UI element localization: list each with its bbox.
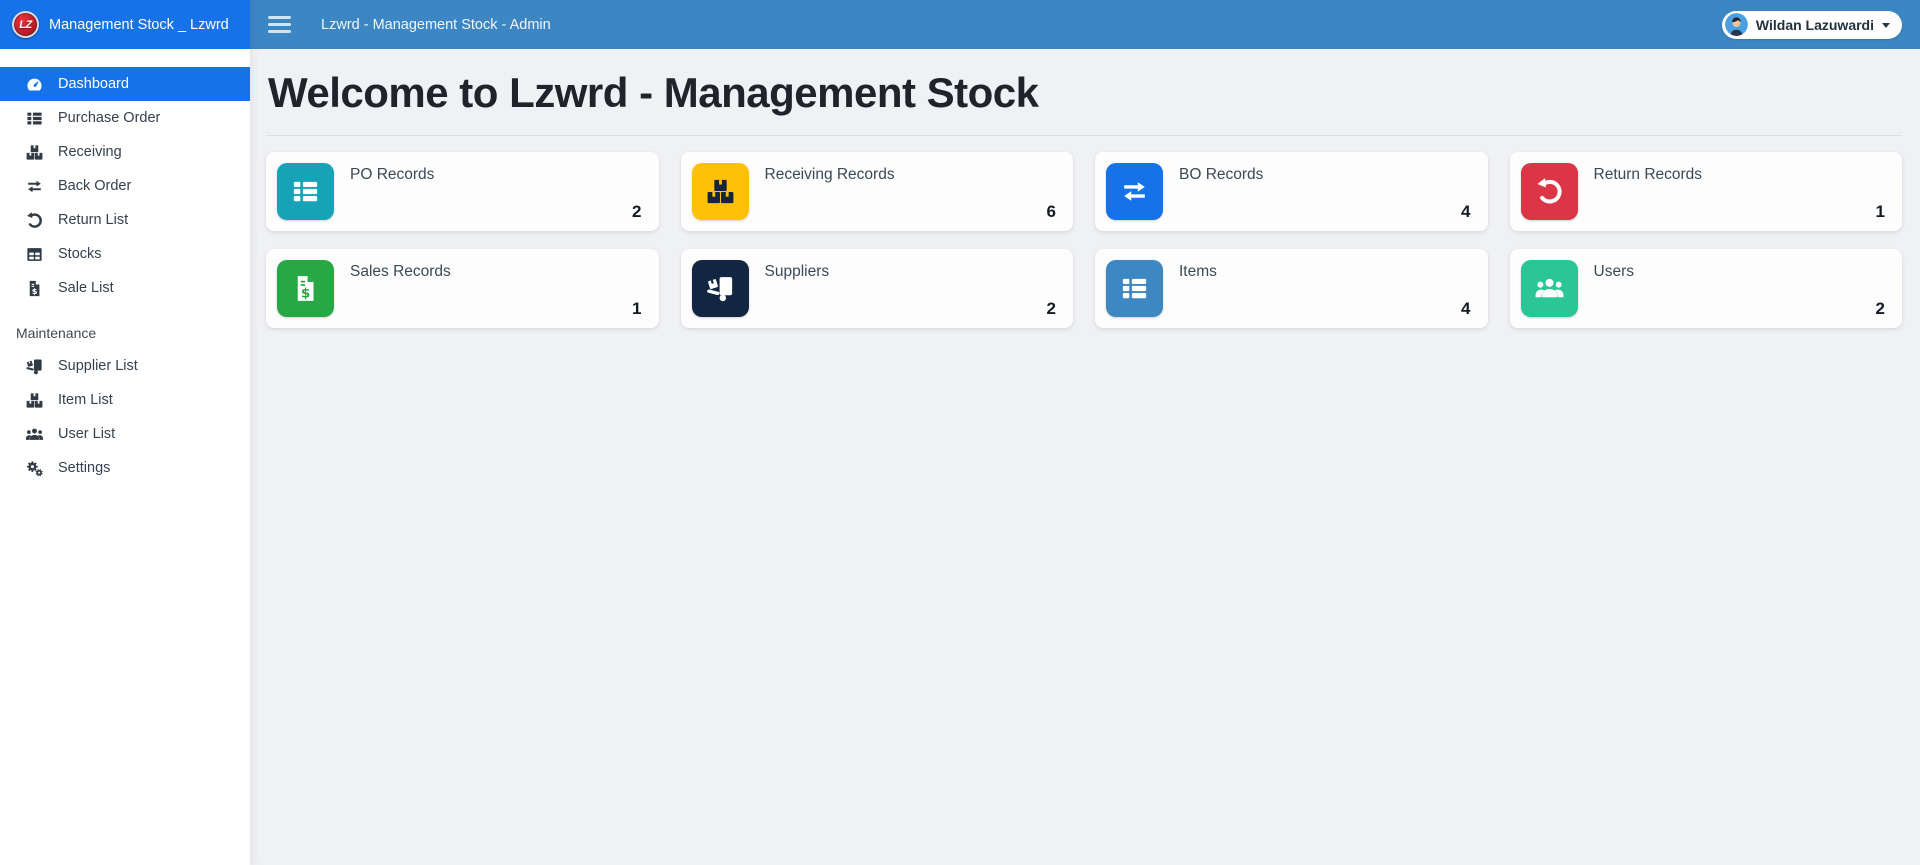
hamburger-menu-icon[interactable] bbox=[268, 16, 291, 33]
card-label: Users bbox=[1594, 263, 1634, 317]
card-label: BO Records bbox=[1179, 166, 1263, 220]
users-icon bbox=[1534, 273, 1565, 304]
sidebar-item-supplier-list[interactable]: Supplier List bbox=[0, 349, 250, 383]
sidebar: LZ Management Stock _ Lzwrd Dashboard Pur… bbox=[0, 0, 250, 865]
users-icon bbox=[25, 425, 44, 444]
card-po-records[interactable]: PO Records 2 bbox=[266, 152, 659, 231]
card-count: 4 bbox=[1461, 299, 1470, 319]
sidebar-item-dashboard[interactable]: Dashboard bbox=[0, 67, 250, 101]
truck-loading-icon bbox=[25, 357, 44, 376]
card-label: PO Records bbox=[350, 166, 434, 220]
card-return-records[interactable]: Return Records 1 bbox=[1510, 152, 1903, 231]
card-tile bbox=[277, 163, 334, 220]
sidebar-item-label: Sale List bbox=[58, 280, 114, 296]
file-invoice-dollar-icon: $ bbox=[290, 273, 321, 304]
table-icon bbox=[25, 245, 44, 264]
sidebar-item-back-order[interactable]: Back Order bbox=[0, 169, 250, 203]
sidebar-item-user-list[interactable]: User List bbox=[0, 417, 250, 451]
card-suppliers[interactable]: Suppliers 2 bbox=[681, 249, 1074, 328]
th-list-icon bbox=[1119, 273, 1150, 304]
card-receiving-records[interactable]: Receiving Records 6 bbox=[681, 152, 1074, 231]
card-label: Suppliers bbox=[765, 263, 830, 317]
card-tile bbox=[1521, 163, 1578, 220]
avatar bbox=[1725, 13, 1748, 36]
sidebar-section-label: Maintenance bbox=[0, 317, 250, 349]
navbar-title: Lzwrd - Management Stock - Admin bbox=[321, 17, 551, 33]
divider bbox=[266, 135, 1902, 136]
card-tile: $ bbox=[277, 260, 334, 317]
sidebar-item-label: Settings bbox=[58, 460, 110, 476]
file-invoice-dollar-icon: $ bbox=[25, 279, 44, 298]
card-count: 1 bbox=[632, 299, 641, 319]
card-count: 1 bbox=[1876, 202, 1885, 222]
exchange-icon bbox=[1119, 176, 1150, 207]
card-label: Sales Records bbox=[350, 263, 451, 317]
chevron-down-icon bbox=[1882, 23, 1890, 28]
card-users[interactable]: Users 2 bbox=[1510, 249, 1903, 328]
brand[interactable]: LZ Management Stock _ Lzwrd bbox=[0, 0, 250, 49]
card-label: Return Records bbox=[1594, 166, 1703, 220]
card-tile bbox=[1521, 260, 1578, 317]
svg-text:$: $ bbox=[32, 285, 38, 295]
card-sales-records[interactable]: $ Sales Records 1 bbox=[266, 249, 659, 328]
user-menu[interactable]: Wildan Lazuwardi bbox=[1722, 11, 1902, 39]
sidebar-item-label: Supplier List bbox=[58, 358, 138, 374]
app-logo-icon: LZ bbox=[12, 11, 39, 38]
card-label: Items bbox=[1179, 263, 1217, 317]
card-bo-records[interactable]: BO Records 4 bbox=[1095, 152, 1488, 231]
sidebar-item-label: Stocks bbox=[58, 246, 102, 262]
sidebar-item-label: Back Order bbox=[58, 178, 131, 194]
sidebar-item-label: Receiving bbox=[58, 144, 122, 160]
boxes-icon bbox=[705, 176, 736, 207]
card-count: 6 bbox=[1047, 202, 1056, 222]
th-list-icon bbox=[25, 109, 44, 128]
card-tile bbox=[692, 260, 749, 317]
main-content: Welcome to Lzwrd - Management Stock PO R… bbox=[250, 49, 1920, 865]
page-title: Welcome to Lzwrd - Management Stock bbox=[268, 69, 1902, 117]
svg-text:$: $ bbox=[301, 285, 310, 301]
sidebar-item-item-list[interactable]: Item List bbox=[0, 383, 250, 417]
truck-loading-icon bbox=[705, 273, 736, 304]
sidebar-item-settings[interactable]: Settings bbox=[0, 451, 250, 485]
sidebar-nav: Dashboard Purchase Order Receiving Back Ord… bbox=[0, 49, 250, 485]
card-count: 4 bbox=[1461, 202, 1470, 222]
exchange-icon bbox=[25, 177, 44, 196]
card-tile bbox=[1106, 260, 1163, 317]
card-items[interactable]: Items 4 bbox=[1095, 249, 1488, 328]
tachometer-icon bbox=[25, 75, 44, 94]
card-count: 2 bbox=[1047, 299, 1056, 319]
sidebar-item-receiving[interactable]: Receiving bbox=[0, 135, 250, 169]
card-count: 2 bbox=[632, 202, 641, 222]
boxes-icon bbox=[25, 143, 44, 162]
cogs-icon bbox=[25, 459, 44, 478]
card-label: Receiving Records bbox=[765, 166, 895, 220]
sidebar-item-return-list[interactable]: Return List bbox=[0, 203, 250, 237]
boxes-icon bbox=[25, 391, 44, 410]
brand-title: Management Stock _ Lzwrd bbox=[49, 17, 229, 33]
sidebar-item-stocks[interactable]: Stocks bbox=[0, 237, 250, 271]
card-tile bbox=[692, 163, 749, 220]
undo-icon bbox=[25, 211, 44, 230]
sidebar-item-sale-list[interactable]: $ Sale List bbox=[0, 271, 250, 305]
card-tile bbox=[1106, 163, 1163, 220]
card-count: 2 bbox=[1876, 299, 1885, 319]
cards-grid: PO Records 2 Receiving Records 6 BO Records 4… bbox=[266, 152, 1902, 328]
sidebar-item-label: Purchase Order bbox=[58, 110, 160, 126]
sidebar-item-label: Item List bbox=[58, 392, 113, 408]
undo-icon bbox=[1534, 176, 1565, 207]
sidebar-item-label: Return List bbox=[58, 212, 128, 228]
th-list-icon bbox=[290, 176, 321, 207]
topbar: Lzwrd - Management Stock - Admin Wildan … bbox=[250, 0, 1920, 49]
user-name: Wildan Lazuwardi bbox=[1756, 17, 1874, 33]
sidebar-item-label: User List bbox=[58, 426, 115, 442]
sidebar-item-purchase-order[interactable]: Purchase Order bbox=[0, 101, 250, 135]
sidebar-item-label: Dashboard bbox=[58, 76, 129, 92]
